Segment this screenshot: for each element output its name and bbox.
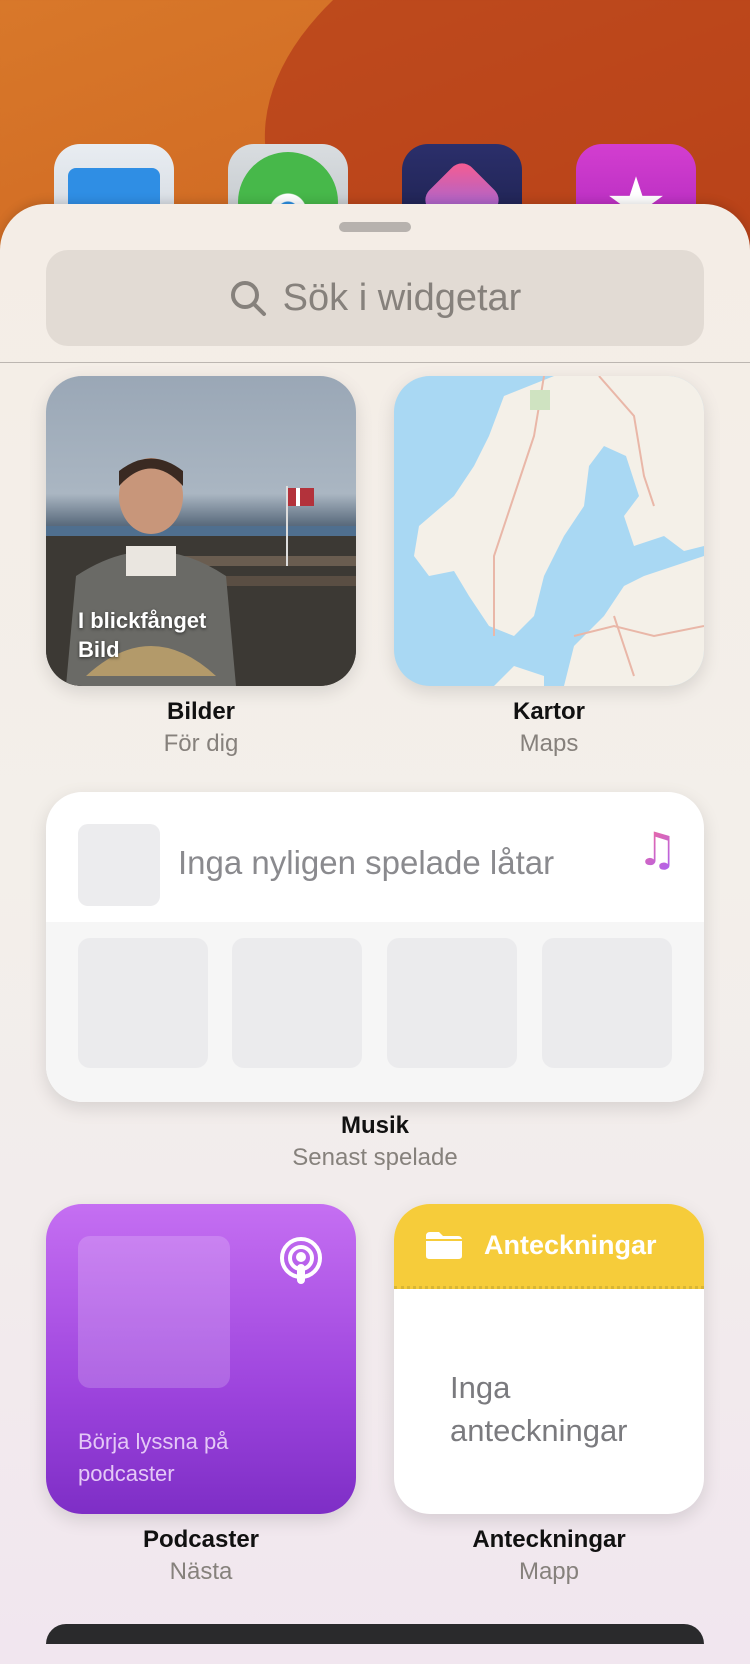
music-widget[interactable]: Inga nyligen spelade låtar ♫ bbox=[46, 792, 704, 1102]
music-artwork-placeholder bbox=[78, 824, 160, 906]
widget-gallery-sheet: Sök i widgetar I blickfånget Bild Bilder… bbox=[0, 204, 750, 1664]
notes-subtitle: Mapp bbox=[518, 1558, 580, 1585]
photo-caption: I blickfånget Bild bbox=[78, 606, 206, 664]
podcasts-widget[interactable]: Börja lyssna på podcaster bbox=[46, 1204, 356, 1514]
music-slot bbox=[232, 938, 362, 1068]
photo-caption-line1: I blickfånget bbox=[78, 608, 207, 633]
divider bbox=[0, 362, 750, 363]
notes-empty-text: Inga anteckningar bbox=[450, 1366, 628, 1452]
music-slot bbox=[387, 938, 517, 1068]
music-slot bbox=[78, 938, 208, 1068]
map-image bbox=[414, 376, 704, 686]
music-title: Musik bbox=[340, 1112, 409, 1139]
podcasts-title: Podcaster bbox=[142, 1526, 260, 1553]
maps-widget-label: Kartor Maps bbox=[394, 698, 704, 758]
search-placeholder: Sök i widgetar bbox=[282, 276, 522, 319]
notes-empty-line1: Inga bbox=[450, 1370, 511, 1405]
photos-widget-label: Bilder För dig bbox=[46, 698, 356, 758]
music-recent-strip bbox=[46, 922, 704, 1102]
sheet-grabber[interactable] bbox=[339, 222, 411, 232]
photos-subtitle: För dig bbox=[163, 730, 239, 757]
folder-icon bbox=[426, 1232, 462, 1259]
music-slot bbox=[542, 938, 672, 1068]
podcasts-body-text: Börja lyssna på podcaster bbox=[78, 1429, 229, 1486]
notes-header: Anteckningar bbox=[394, 1204, 704, 1289]
podcasts-icon bbox=[280, 1237, 322, 1284]
maps-widget[interactable] bbox=[394, 376, 704, 686]
music-widget-label: Musik Senast spelade bbox=[46, 1112, 704, 1172]
maps-subtitle: Maps bbox=[519, 730, 579, 757]
photo-caption-line2: Bild bbox=[78, 637, 120, 662]
podcasts-widget-label: Podcaster Nästa bbox=[46, 1526, 356, 1586]
notes-widget[interactable]: Anteckningar Inga anteckningar bbox=[394, 1204, 704, 1514]
notes-widget-label: Anteckningar Mapp bbox=[394, 1526, 704, 1586]
search-icon bbox=[230, 281, 266, 316]
music-note-icon: ♫ bbox=[636, 822, 678, 876]
widget-search-field[interactable]: Sök i widgetar bbox=[46, 250, 704, 346]
podcast-artwork-placeholder bbox=[78, 1236, 230, 1388]
next-widget-peek[interactable] bbox=[46, 1624, 704, 1644]
notes-title: Anteckningar bbox=[472, 1526, 626, 1553]
photos-widget[interactable]: I blickfånget Bild bbox=[46, 376, 356, 686]
podcasts-subtitle: Nästa bbox=[169, 1558, 233, 1585]
music-empty-text: Inga nyligen spelade låtar bbox=[178, 844, 555, 881]
photos-title: Bilder bbox=[166, 698, 235, 725]
music-subtitle: Senast spelade bbox=[292, 1144, 458, 1171]
maps-title: Kartor bbox=[512, 698, 585, 725]
notes-empty-line2: anteckningar bbox=[450, 1413, 628, 1448]
notes-header-title: Anteckningar bbox=[484, 1229, 657, 1260]
